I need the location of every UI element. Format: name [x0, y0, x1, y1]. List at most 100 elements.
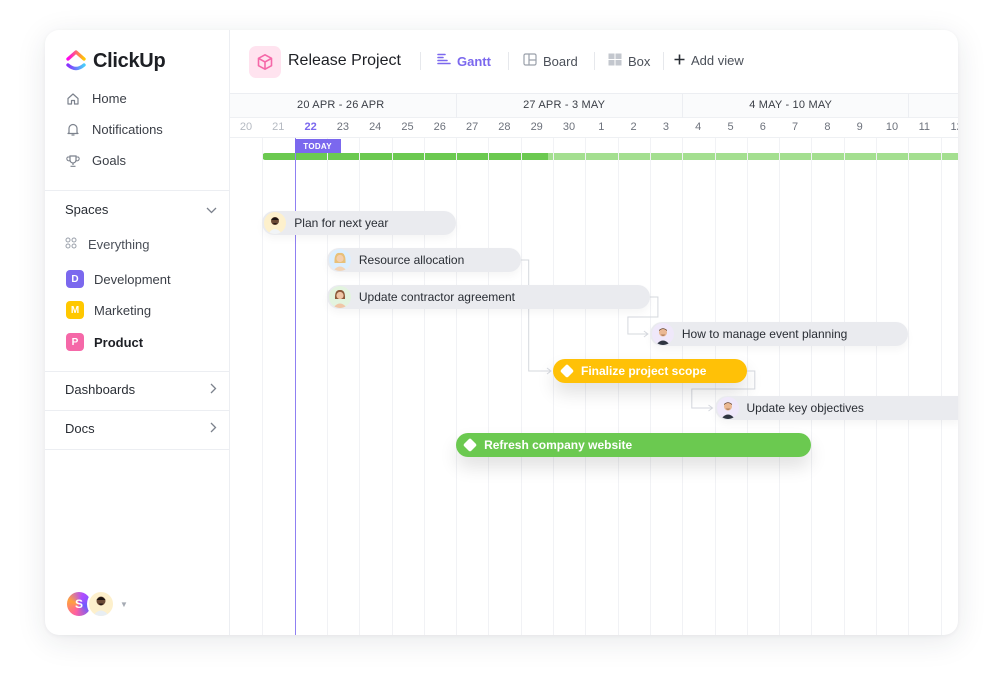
milestone-bar[interactable]: Refresh company website	[456, 433, 812, 457]
assignee-avatar[interactable]	[264, 212, 287, 234]
space-label-marketing: Marketing	[94, 302, 152, 318]
add-view-button[interactable]: Add view	[674, 53, 744, 68]
day-label: 10	[885, 121, 899, 133]
task-bar[interactable]: Resource allocation	[326, 248, 521, 272]
project-header: Release Project Gantt Board Box Add view	[230, 30, 958, 94]
nav-home[interactable]: Home	[65, 91, 127, 106]
day-label: 22	[304, 121, 317, 133]
week-separator	[456, 94, 458, 118]
space-everything[interactable]: Everything	[65, 237, 149, 252]
dashboards-label: Dashboards	[65, 382, 136, 397]
dependency-arrow-icon	[643, 330, 649, 338]
day-label: 11	[918, 121, 930, 133]
grid-line	[520, 118, 522, 635]
dependency-arrow-icon	[708, 404, 714, 412]
assignee-avatar[interactable]	[328, 286, 351, 308]
nav-notifications[interactable]: Notifications	[65, 122, 163, 137]
day-label: 2	[630, 121, 637, 133]
sidebar: ClickUp Home Notifications Goals Spaces	[45, 30, 230, 635]
task-bar[interactable]: Update key objectives	[714, 396, 958, 420]
tab-gantt[interactable]: Gantt	[437, 53, 491, 69]
week-label: 20 APR - 26 APR	[297, 99, 385, 111]
grid-line	[391, 118, 393, 635]
clickup-logo[interactable]: ClickUp	[65, 49, 166, 73]
day-label: 3	[662, 121, 669, 133]
nav-goals[interactable]: Goals	[65, 153, 126, 168]
space-marketing[interactable]: M Marketing	[66, 301, 151, 319]
day-header-row: 2021222324252627282930123456789101112	[230, 118, 958, 138]
overall-progress-fill	[262, 153, 548, 160]
tab-box-label: Box	[628, 53, 651, 69]
space-product[interactable]: P Product	[66, 333, 143, 351]
milestone-bar[interactable]: Finalize project scope	[553, 359, 747, 383]
everything-label: Everything	[88, 237, 150, 252]
task-name: Update contractor agreement	[358, 290, 515, 304]
spaces-header[interactable]: Spaces	[65, 202, 217, 217]
spaces-header-label: Spaces	[65, 202, 109, 217]
grid-line	[423, 118, 425, 635]
task-name: Refresh company website	[484, 438, 633, 452]
dashboards-item[interactable]: Dashboards	[65, 382, 217, 397]
day-label: 6	[759, 121, 766, 133]
member-avatar[interactable]	[87, 590, 115, 618]
week-separator	[682, 94, 684, 118]
day-label: 7	[792, 121, 799, 133]
week-label: 4 MAY - 10 MAY	[749, 99, 833, 111]
app-window: ClickUp Home Notifications Goals Spaces	[45, 30, 958, 635]
gantt-icon	[437, 53, 451, 69]
tab-board-label: Board	[543, 53, 578, 69]
week-label: 27 APR - 3 MAY	[523, 99, 606, 111]
sidebar-divider	[45, 410, 230, 411]
header-separator	[420, 52, 421, 70]
board-icon	[523, 53, 537, 69]
grid-line	[326, 118, 328, 635]
trophy-icon	[65, 153, 80, 168]
grid-line	[811, 118, 813, 635]
project-title: Release Project	[288, 52, 401, 69]
task-name: Finalize project scope	[581, 364, 707, 378]
main-panel: Release Project Gantt Board Box Add view…	[230, 30, 958, 635]
docs-label: Docs	[65, 421, 95, 436]
day-label: 1	[598, 121, 605, 133]
grid-line	[940, 118, 942, 635]
week-separator	[908, 94, 910, 118]
user-menu[interactable]: S ▼	[65, 590, 128, 618]
task-bar[interactable]: Update contractor agreement	[326, 285, 650, 309]
space-development[interactable]: D Development	[66, 270, 171, 288]
caret-down-icon[interactable]: ▼	[120, 600, 128, 609]
task-bar[interactable]: Plan for next year	[262, 211, 457, 235]
week-header-row: 20 APR - 26 APR 27 APR - 3 MAY 4 MAY - 10 …	[230, 94, 958, 118]
nav-home-label: Home	[92, 91, 127, 106]
space-badge-marketing: M	[66, 301, 84, 319]
task-name: Plan for next year	[294, 216, 389, 230]
space-label-product: Product	[94, 334, 144, 350]
home-icon	[65, 91, 80, 106]
plus-icon	[674, 53, 685, 68]
day-label: 29	[530, 121, 543, 133]
assignee-avatar[interactable]	[716, 397, 739, 419]
day-label: 12	[950, 121, 958, 133]
day-label: 20	[239, 121, 253, 133]
day-label: 5	[727, 121, 734, 133]
everything-icon	[65, 237, 77, 252]
bell-icon	[65, 122, 80, 137]
docs-item[interactable]: Docs	[65, 421, 217, 436]
chevron-down-icon[interactable]	[206, 203, 217, 217]
dependency-arrow-icon	[546, 367, 552, 375]
grid-line	[488, 118, 490, 635]
add-view-label: Add view	[691, 53, 744, 68]
chevron-right-icon	[210, 422, 217, 436]
header-separator	[663, 52, 664, 70]
day-label: 21	[272, 121, 285, 133]
sidebar-divider	[45, 449, 230, 450]
assignee-avatar[interactable]	[328, 249, 351, 271]
nav-notifications-label: Notifications	[92, 122, 163, 137]
task-name: How to manage event planning	[681, 327, 848, 341]
day-label: 26	[433, 121, 446, 133]
tab-box[interactable]: Box	[608, 53, 650, 69]
task-bar[interactable]: How to manage event planning	[649, 322, 909, 346]
day-label: 27	[465, 121, 479, 133]
day-label: 28	[498, 121, 511, 133]
assignee-avatar[interactable]	[651, 323, 674, 345]
tab-board[interactable]: Board	[523, 53, 578, 69]
